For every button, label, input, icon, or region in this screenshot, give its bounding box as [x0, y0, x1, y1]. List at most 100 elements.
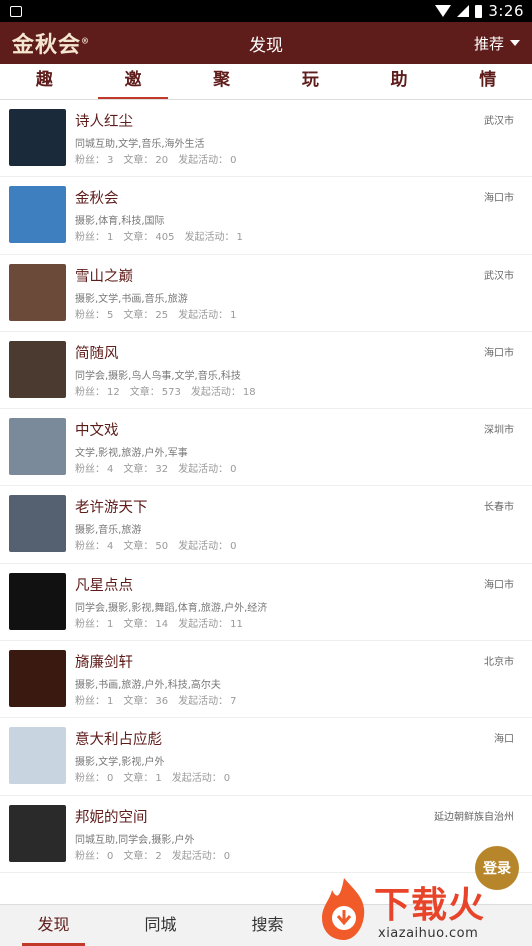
user-info: 雪山之巅 摄影,文学,书画,音乐,旅游 粉丝： 5 文章： 25 发起活动： 1 — [75, 264, 522, 331]
articles-stat: 文章： 50 — [123, 541, 169, 553]
list-item[interactable]: 老许游天下 摄影,音乐,旅游 粉丝： 4 文章： 50 发起活动： 0 长春市 — [0, 486, 532, 564]
articles-stat: 文章： 36 — [123, 696, 169, 708]
list-item[interactable]: 凡星点点 同学会,摄影,影视,舞蹈,体育,旅游,户外,经济 粉丝： 1 文章： 14… — [0, 564, 532, 642]
user-city: 海口市 — [484, 579, 514, 591]
list-item[interactable]: 诗人红尘 同城互助,文学,音乐,海外生活 粉丝： 3 文章： 20 发起活动： 0 武… — [0, 100, 532, 178]
avatar[interactable] — [9, 572, 66, 630]
user-tags: 摄影,音乐,旅游 — [75, 525, 142, 537]
avatar[interactable] — [9, 727, 66, 785]
user-tags: 同学会,摄影,影视,舞蹈,体育,旅游,户外,经济 — [75, 602, 268, 614]
status-time: 3:26 — [488, 2, 524, 20]
list-item[interactable]: 金秋会 摄影,体育,科技,国际 粉丝： 1 文章： 405 发起活动： 1 海口市 — [0, 177, 532, 255]
page-title: 发现 — [249, 35, 283, 56]
list-item[interactable]: 意大利占应彪 摄影,文学,影视,户外 粉丝： 0 文章： 1 发起活动： 0 海口 — [0, 718, 532, 796]
user-tags: 文学,影视,旅游,户外,军事 — [75, 448, 188, 460]
watermark: 下载火 xiazaihuo.com — [314, 874, 532, 946]
watermark-text: 下载火 — [374, 885, 486, 926]
signal-icon — [457, 5, 470, 17]
user-stats: 粉丝： 3 文章： 20 发起活动： 0 — [75, 154, 522, 168]
tab-0[interactable]: 趣 — [0, 64, 89, 99]
flame-logo-icon — [322, 878, 365, 940]
user-stats: 粉丝： 4 文章： 32 发起活动： 0 — [75, 463, 522, 477]
articles-stat: 文章： 1 — [123, 773, 162, 785]
avatar[interactable] — [9, 418, 66, 476]
list-item[interactable]: 雪山之巅 摄影,文学,书画,音乐,旅游 粉丝： 5 文章： 25 发起活动： 1 武汉… — [0, 255, 532, 332]
list-item[interactable]: 旖廉剑轩 摄影,书画,旅游,户外,科技,高尔夫 粉丝： 1 文章： 36 发起活动：… — [0, 641, 532, 719]
user-city: 武汉市 — [484, 270, 514, 282]
user-tags: 同学会,摄影,鸟人鸟事,文学,音乐,科技 — [75, 370, 241, 382]
bottom-nav-item-0[interactable]: 发现 — [0, 905, 107, 946]
fans-stat: 粉丝： 12 — [75, 386, 120, 398]
user-name[interactable]: 旖廉剑轩 — [75, 653, 522, 673]
status-icons: 3:26 — [435, 2, 524, 20]
user-tags: 同城互助,文学,音乐,海外生活 — [75, 139, 205, 150]
user-tags: 摄影,体育,科技,国际 — [75, 216, 165, 228]
user-list: 诗人红尘 同城互助,文学,音乐,海外生活 粉丝： 3 文章： 20 发起活动： 0 武… — [0, 100, 532, 904]
user-name[interactable]: 中文戏 — [75, 421, 522, 441]
user-city: 海口市 — [484, 193, 514, 205]
notification-icon — [10, 5, 22, 17]
user-city: 深圳市 — [484, 425, 514, 437]
user-tags: 摄影,书画,旅游,户外,科技,高尔夫 — [75, 680, 221, 692]
articles-stat: 文章： 405 — [123, 232, 175, 244]
user-info: 意大利占应彪 摄影,文学,影视,户外 粉丝： 0 文章： 1 发起活动： 0 — [75, 727, 522, 794]
fans-stat: 粉丝： 1 — [75, 232, 114, 244]
user-info: 诗人红尘 同城互助,文学,音乐,海外生活 粉丝： 3 文章： 20 发起活动： 0 — [75, 109, 522, 176]
bottom-nav-item-1[interactable]: 同城 — [107, 905, 214, 946]
user-info: 凡星点点 同学会,摄影,影视,舞蹈,体育,旅游,户外,经济 粉丝： 1 文章： 14… — [75, 573, 522, 640]
articles-stat: 文章： 14 — [123, 618, 169, 630]
recommend-label: 推荐 — [473, 34, 504, 53]
user-city: 北京市 — [484, 657, 514, 669]
activities-stat: 发起活动： 0 — [178, 155, 237, 166]
user-tags: 同城互助,同学会,摄影,户外 — [75, 834, 195, 846]
avatar[interactable] — [9, 650, 66, 708]
watermark-url: xiazaihuo.com — [378, 926, 479, 941]
bottom-nav-item-2[interactable]: 搜索 — [214, 905, 321, 946]
activities-stat: 发起活动： 1 — [178, 309, 237, 321]
user-stats: 粉丝： 1 文章： 405 发起活动： 1 — [75, 231, 522, 245]
recommend-dropdown[interactable]: 推荐 — [474, 33, 520, 54]
category-tabs: 趣邀聚玩助情 — [0, 64, 532, 100]
tab-4[interactable]: 助 — [355, 64, 444, 99]
battery-icon — [475, 4, 483, 18]
user-stats: 粉丝： 1 文章： 14 发起活动： 11 — [75, 618, 522, 632]
avatar[interactable] — [9, 186, 66, 244]
user-name[interactable]: 意大利占应彪 — [75, 730, 522, 750]
user-stats: 粉丝： 1 文章： 36 发起活动： 7 — [75, 695, 522, 709]
fans-stat: 粉丝： 5 — [75, 309, 114, 321]
app-logo: 金秋会® — [12, 32, 91, 58]
activities-stat: 发起活动： 0 — [178, 541, 237, 553]
user-stats: 粉丝： 5 文章： 25 发起活动： 1 — [75, 309, 522, 323]
fans-stat: 粉丝： 3 — [75, 155, 114, 166]
avatar[interactable] — [9, 109, 66, 166]
avatar[interactable] — [9, 804, 66, 862]
activities-stat: 发起活动： 0 — [178, 464, 237, 476]
tab-1[interactable]: 邀 — [89, 64, 178, 99]
user-city: 海口市 — [484, 347, 514, 359]
tab-5[interactable]: 情 — [443, 64, 532, 99]
user-info: 中文戏 文学,影视,旅游,户外,军事 粉丝： 4 文章： 32 发起活动： 0 — [75, 418, 522, 485]
articles-stat: 文章： 25 — [123, 309, 169, 321]
avatar[interactable] — [9, 340, 66, 398]
user-name[interactable]: 简随风 — [75, 344, 522, 364]
user-name[interactable]: 诗人红尘 — [75, 112, 522, 132]
user-name[interactable]: 凡星点点 — [75, 576, 522, 596]
list-item[interactable]: 邦妮的空间 同城互助,同学会,摄影,户外 粉丝： 0 文章： 2 发起活动： 0 延边… — [0, 796, 532, 873]
tab-3[interactable]: 玩 — [266, 64, 355, 99]
user-stats: 粉丝： 4 文章： 50 发起活动： 0 — [75, 540, 522, 554]
list-item[interactable]: 中文戏 文学,影视,旅游,户外,军事 粉丝： 4 文章： 32 发起活动： 0 深圳市 — [0, 409, 532, 487]
user-city: 长春市 — [484, 502, 514, 514]
chevron-down-icon — [510, 40, 520, 46]
fans-stat: 粉丝： 1 — [75, 618, 114, 630]
user-name[interactable]: 金秋会 — [75, 189, 522, 209]
tab-2[interactable]: 聚 — [177, 64, 266, 99]
user-name[interactable]: 老许游天下 — [75, 498, 522, 518]
fans-stat: 粉丝： 0 — [75, 773, 114, 785]
user-name[interactable]: 雪山之巅 — [75, 267, 522, 287]
list-item[interactable]: 简随风 同学会,摄影,鸟人鸟事,文学,音乐,科技 粉丝： 12 文章： 573 发起… — [0, 332, 532, 410]
activities-stat: 发起活动： 18 — [190, 386, 256, 398]
avatar[interactable] — [9, 263, 66, 321]
fans-stat: 粉丝： 0 — [75, 850, 114, 862]
user-tags: 摄影,文学,书画,音乐,旅游 — [75, 293, 188, 305]
avatar[interactable] — [9, 495, 66, 553]
